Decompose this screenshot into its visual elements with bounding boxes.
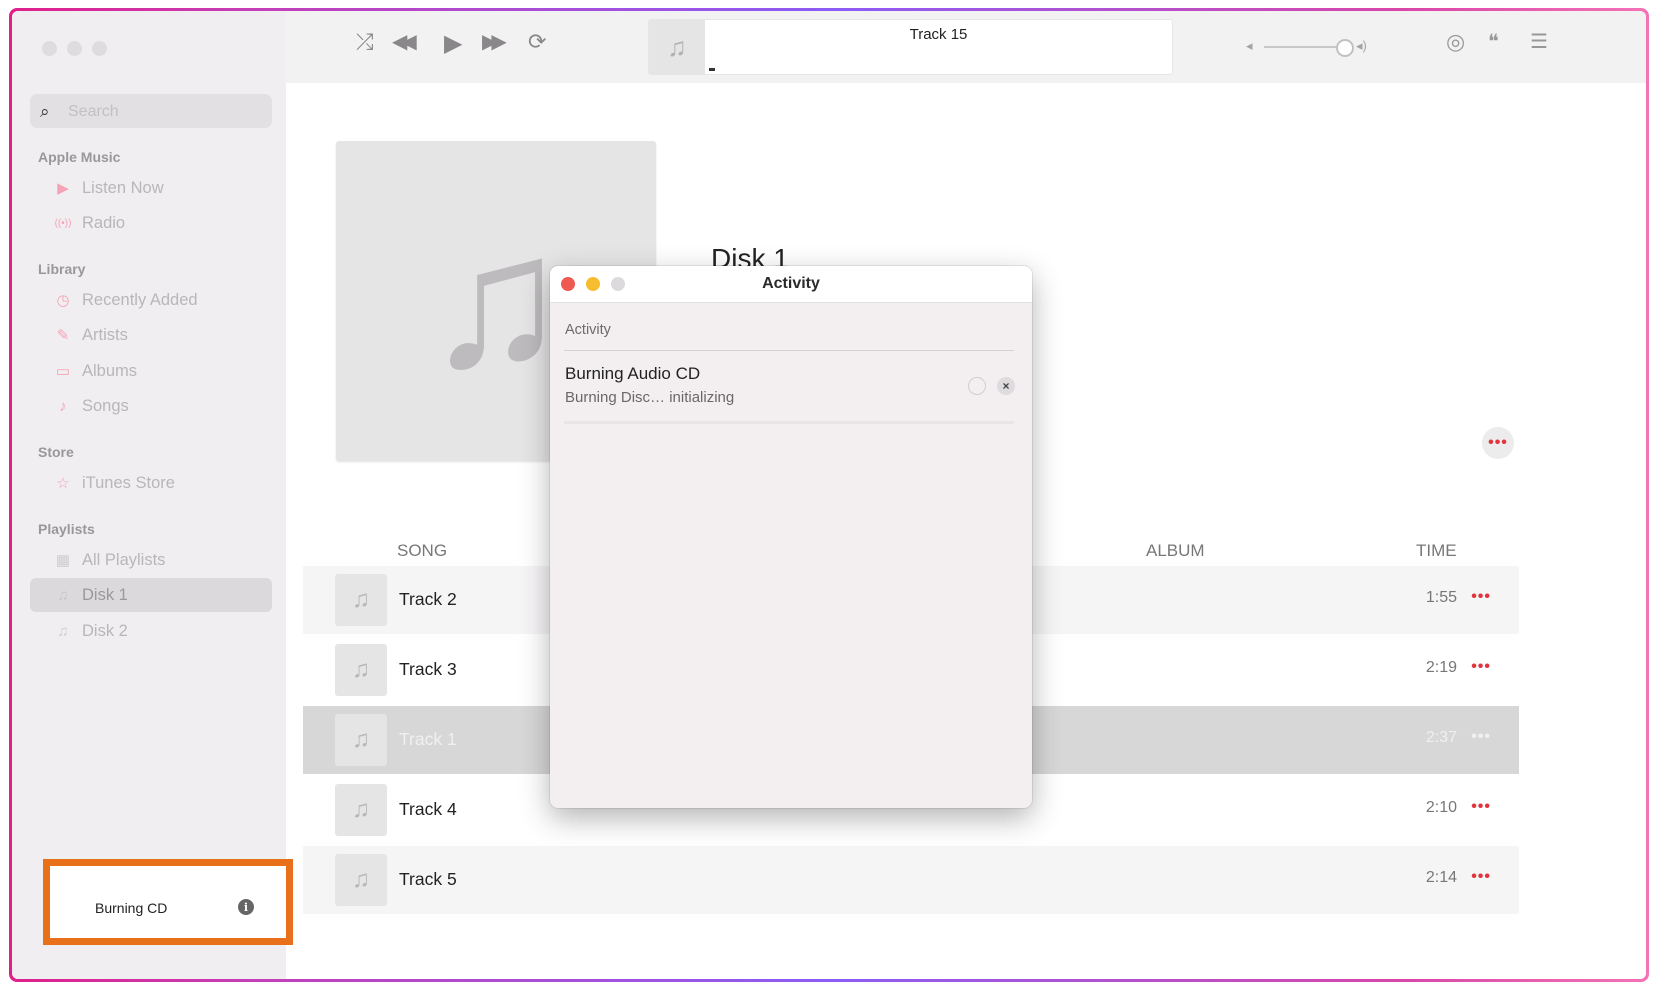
listen-now-icon: ▶ [57, 180, 69, 197]
track-more-button[interactable]: ••• [1471, 728, 1491, 746]
playlist-icon: ♫ [57, 586, 69, 604]
sidebar: ⌕ Apple Music ▶ Listen Now ((•)) Radio L… [12, 11, 287, 979]
sidebar-item-artists[interactable]: ✎ Artists [30, 318, 272, 352]
music-note-icon: ♫ [424, 195, 568, 407]
sidebar-item-albums[interactable]: ▭ Albums [30, 354, 272, 388]
volume-slider[interactable]: ◂ ◂) [1246, 37, 1381, 57]
sidebar-item-label: Songs [82, 396, 129, 415]
sidebar-item-label: Artists [82, 325, 128, 344]
clock-icon: ◷ [56, 292, 70, 309]
column-header-song[interactable]: SONG [397, 541, 447, 561]
sidebar-item-disk-1[interactable]: ♫ Disk 1 [30, 578, 272, 612]
now-playing-display[interactable]: ♫ Track 15 [648, 19, 1173, 75]
play-icon[interactable]: ▶ [444, 29, 462, 58]
track-more-button[interactable]: ••• [1471, 798, 1491, 816]
volume-track [1264, 46, 1344, 48]
sidebar-item-radio[interactable]: ((•)) Radio [30, 206, 272, 240]
sidebar-item-label: Listen Now [82, 178, 164, 197]
volume-high-icon: ◂) [1356, 38, 1367, 53]
sidebar-item-songs[interactable]: ♪ Songs [30, 389, 272, 423]
repeat-icon[interactable]: ⟳ [528, 29, 546, 55]
sidebar-item-label: Radio [82, 213, 126, 232]
track-artwork-icon: ♫ [335, 854, 387, 906]
music-window: ⌕ Apple Music ▶ Listen Now ((•)) Radio L… [12, 11, 1646, 979]
divider [564, 350, 1014, 351]
section-title-store: Store [38, 444, 74, 460]
sidebar-item-listen-now[interactable]: ▶ Listen Now [30, 171, 272, 205]
track-time: 1:55 [1425, 589, 1457, 606]
search-input[interactable] [66, 100, 265, 124]
column-header-time[interactable]: TIME [1416, 541, 1457, 561]
volume-low-icon: ◂ [1246, 38, 1253, 53]
burning-status-indicator[interactable]: Burning CD i [43, 859, 293, 945]
sidebar-item-disk-2[interactable]: ♫ Disk 2 [30, 614, 272, 648]
grid-icon: ▦ [55, 552, 71, 569]
track-more-button[interactable]: ••• [1471, 658, 1491, 676]
star-icon: ☆ [56, 475, 70, 492]
track-name: Track 4 [399, 799, 457, 819]
activity-progress-bar [564, 421, 1014, 424]
shuffle-icon[interactable]: ⤮ [356, 29, 374, 55]
track-time: 2:10 [1425, 799, 1457, 816]
lyrics-icon[interactable]: ❝ [1488, 29, 1499, 54]
sidebar-item-label: Disk 1 [82, 585, 128, 604]
section-title-playlists: Playlists [38, 521, 95, 537]
sidebar-item-label: iTunes Store [82, 473, 175, 492]
window-zoom-button[interactable] [92, 41, 107, 56]
sidebar-item-recently-added[interactable]: ◷ Recently Added [30, 283, 272, 317]
track-artwork-icon: ♫ [335, 574, 387, 626]
track-more-button[interactable]: ••• [1471, 868, 1491, 886]
sidebar-item-label: Disk 2 [82, 621, 128, 640]
track-artwork-icon: ♫ [335, 714, 387, 766]
next-icon[interactable]: ▶▶ [482, 29, 507, 54]
note-icon: ♪ [59, 397, 67, 415]
info-icon[interactable]: i [238, 899, 254, 915]
window-close-button[interactable] [42, 41, 57, 56]
progress-spinner-icon [968, 377, 986, 395]
toolbar: ⤮ ◀◀ ▶ ▶▶ ⟳ ♫ Track 15 ◂ ◂) ◎ ❝ ☰ [286, 11, 1646, 84]
track-time: 2:37 [1425, 729, 1457, 746]
activity-job-status: Burning Disc… initializing [565, 389, 735, 406]
track-name: Track 5 [399, 869, 457, 889]
sidebar-item-label: Albums [82, 361, 138, 380]
sidebar-item-itunes-store[interactable]: ☆ iTunes Store [30, 466, 272, 500]
volume-knob[interactable] [1336, 39, 1354, 57]
sidebar-item-label: All Playlists [82, 550, 166, 569]
radio-icon: ((•)) [54, 217, 72, 229]
burning-status-label: Burning CD [95, 900, 168, 916]
track-artwork-icon: ♫ [335, 784, 387, 836]
album-more-button[interactable]: ••• [1482, 427, 1514, 459]
search-icon: ⌕ [40, 102, 50, 121]
queue-icon[interactable]: ☰ [1530, 29, 1548, 54]
section-title-library: Library [38, 261, 86, 277]
microphone-icon: ✎ [56, 327, 70, 344]
track-name: Track 2 [399, 589, 457, 609]
activity-section-header: Activity [565, 322, 611, 338]
section-title-apple-music: Apple Music [38, 149, 121, 165]
stop-activity-button[interactable]: × [997, 377, 1015, 395]
album-icon: ▭ [55, 363, 71, 380]
window-minimize-button[interactable] [67, 41, 82, 56]
search-field[interactable]: ⌕ [30, 94, 272, 128]
track-time: 2:14 [1425, 869, 1457, 886]
playback-progress[interactable] [709, 68, 715, 71]
previous-icon[interactable]: ◀◀ [392, 29, 417, 54]
sidebar-item-label: Recently Added [82, 290, 198, 309]
dialog-titlebar[interactable]: Activity [550, 266, 1032, 303]
dialog-title: Activity [762, 275, 820, 292]
sidebar-item-all-playlists[interactable]: ▦ All Playlists [30, 543, 272, 577]
playlist-icon: ♫ [57, 622, 69, 640]
track-name: Track 3 [399, 659, 457, 679]
activity-job-title: Burning Audio CD [565, 364, 701, 383]
airplay-icon[interactable]: ◎ [1446, 29, 1465, 55]
artwork-icon: ♫ [649, 20, 705, 74]
table-row[interactable]: ♫ Track 5 2:14 ••• [303, 846, 1519, 914]
track-time: 2:19 [1425, 659, 1457, 676]
column-header-album[interactable]: ALBUM [1146, 541, 1205, 561]
activity-dialog: Activity Activity Burning Audio CD Burni… [550, 266, 1032, 808]
track-artwork-icon: ♫ [335, 644, 387, 696]
now-playing-title: Track 15 [909, 26, 968, 43]
track-more-button[interactable]: ••• [1471, 588, 1491, 606]
track-name: Track 1 [399, 729, 457, 749]
